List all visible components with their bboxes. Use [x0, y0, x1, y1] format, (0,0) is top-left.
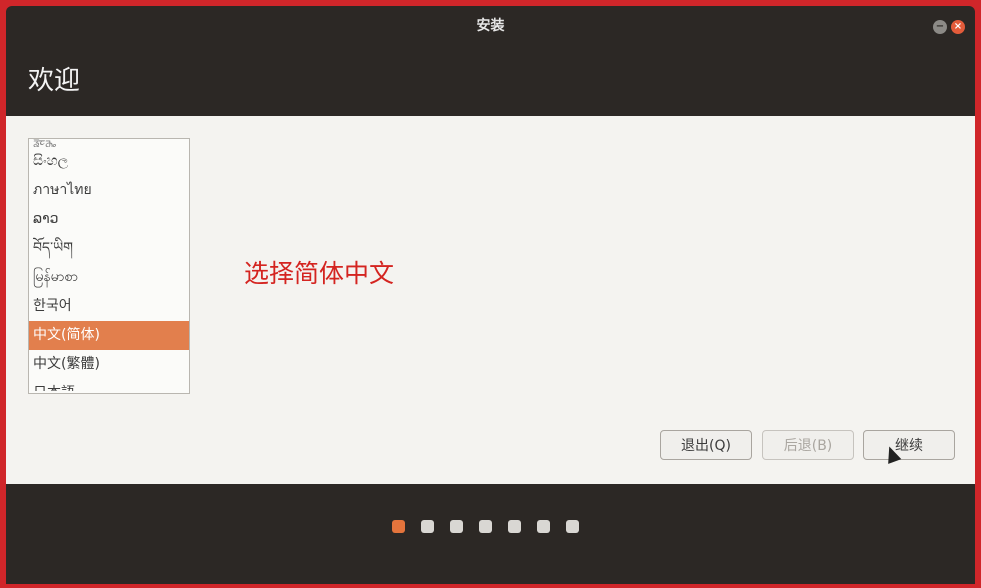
- page-title: 欢迎: [28, 66, 81, 96]
- language-item[interactable]: မြန်မာစာ: [29, 263, 189, 292]
- annotation-text: 选择简体中文: [244, 259, 395, 288]
- progress-dot: [537, 520, 550, 533]
- progress-dot: [508, 520, 521, 533]
- close-icon[interactable]: ×: [951, 20, 965, 34]
- language-item[interactable]: 中文(繁體): [29, 350, 189, 379]
- progress-dots: [392, 520, 579, 533]
- language-item-selected[interactable]: 中文(简体): [29, 321, 189, 350]
- window-title: 安装: [476, 18, 505, 34]
- progress-dot: [566, 520, 579, 533]
- back-button[interactable]: 后退(B): [762, 430, 854, 460]
- content-area: ᤕᤠᤰᤌᤢᤱ සිංහල ภาษาไทย ລາວ བོད་ཡིག မြန်မာစ…: [6, 116, 975, 484]
- progress-dot: [421, 520, 434, 533]
- language-item[interactable]: සිංහල: [29, 147, 189, 176]
- title-bar: 安装 − ×: [6, 6, 975, 44]
- window-controls: − ×: [933, 20, 965, 34]
- language-item[interactable]: བོད་ཡིག: [29, 234, 189, 263]
- language-list[interactable]: ᤕᤠᤰᤌᤢᤱ සිංහල ภาษาไทย ລາວ བོད་ཡིག မြန်မာစ…: [28, 138, 190, 394]
- progress-dot: [450, 520, 463, 533]
- quit-button[interactable]: 退出(Q): [660, 430, 752, 460]
- language-item[interactable]: 日本語: [29, 379, 189, 391]
- progress-dot: [479, 520, 492, 533]
- language-item[interactable]: ລາວ: [29, 205, 189, 234]
- progress-dot-active: [392, 520, 405, 533]
- continue-button[interactable]: 继续: [863, 430, 955, 460]
- installer-window: 安装 − × 欢迎 ᤕᤠᤰᤌᤢᤱ සිංහල ภาษาไทย ລາວ བོད་ཡ…: [6, 6, 975, 584]
- minimize-icon[interactable]: −: [933, 20, 947, 34]
- language-item[interactable]: ภาษาไทย: [29, 176, 189, 205]
- language-item[interactable]: 한국어: [29, 292, 189, 321]
- language-item[interactable]: ᤕᤠᤰᤌᤢᤱ: [29, 139, 189, 147]
